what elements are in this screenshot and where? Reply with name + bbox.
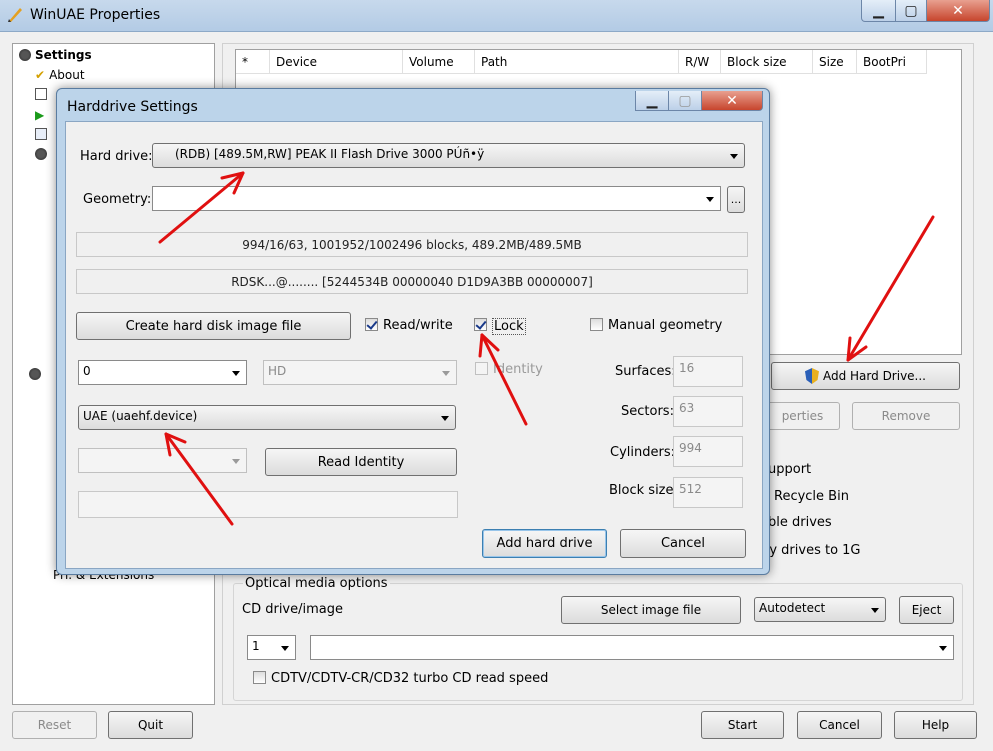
geometry-select[interactable]: [152, 186, 721, 211]
disk-stack-icon: [35, 148, 47, 160]
dialog-close-button[interactable]: ✕: [701, 91, 763, 111]
checkmark-icon: ✔: [35, 68, 46, 82]
dialog-maximize-button[interactable]: ▢: [668, 91, 702, 111]
close-icon: ✕: [726, 92, 738, 109]
identity-device-select[interactable]: [78, 448, 247, 473]
block-size-label: Block size:: [609, 483, 678, 498]
tree-item-hardware[interactable]: [35, 148, 47, 160]
cd-mode-select[interactable]: Autodetect: [754, 597, 886, 622]
winuae-app-icon: [8, 8, 22, 22]
minimize-button[interactable]: ▁: [861, 0, 896, 22]
close-button[interactable]: ✕: [926, 0, 990, 22]
uac-shield-icon: [804, 368, 819, 384]
window-title: WinUAE Properties: [30, 7, 161, 23]
hard-drive-label: Hard drive:: [80, 149, 153, 164]
remove-button[interactable]: Remove: [852, 402, 960, 430]
document-icon: [35, 88, 47, 100]
column-header[interactable]: *: [236, 50, 270, 74]
cancel-button[interactable]: Cancel: [797, 711, 882, 739]
geometry-info-text: 994/16/63, 1001952/1002496 blocks, 489.2…: [76, 232, 748, 257]
minimize-icon: ▁: [646, 92, 658, 109]
hard-drive-select[interactable]: (RDB) [489.5M,RW] PEAK II Flash Drive 30…: [152, 143, 745, 168]
option-text: Recycle Bin: [774, 489, 849, 504]
tree-label: About: [49, 68, 85, 82]
identity-label: Identity: [493, 362, 543, 377]
surfaces-label: Surfaces:: [615, 364, 676, 379]
column-header[interactable]: Path: [475, 50, 679, 74]
button-label: Add Hard Drive...: [822, 369, 926, 383]
maximize-icon: ▢: [904, 2, 918, 19]
title-bar: WinUAE Properties ▁ ▢ ✕: [0, 0, 993, 32]
column-header[interactable]: Size: [813, 50, 857, 74]
column-header[interactable]: BootPri: [857, 50, 927, 74]
geometry-browse-button[interactable]: ...: [727, 186, 745, 213]
help-button[interactable]: Help: [894, 711, 977, 739]
tree-item-paths[interactable]: [35, 88, 47, 100]
tree-item-about[interactable]: ✔ About: [35, 68, 85, 82]
lock-checkbox[interactable]: [474, 318, 487, 331]
surfaces-field[interactable]: 16: [673, 356, 743, 387]
cd-path-select[interactable]: [310, 635, 954, 660]
play-icon: ▶: [35, 108, 45, 122]
read-write-checkbox[interactable]: [365, 318, 378, 331]
maximize-icon: ▢: [678, 92, 692, 109]
manual-geometry-checkbox[interactable]: [590, 318, 603, 331]
turbo-cd-checkbox[interactable]: [253, 671, 266, 684]
read-identity-button[interactable]: Read Identity: [265, 448, 457, 476]
lock-label: Lock: [492, 318, 526, 335]
cd-drive-label: CD drive/image: [242, 602, 343, 617]
column-header[interactable]: Block size: [721, 50, 813, 74]
cd-unit-select[interactable]: 1: [247, 635, 296, 660]
add-hard-drive-button[interactable]: Add Hard Drive...: [771, 362, 960, 390]
cylinders-label: Cylinders:: [610, 445, 675, 460]
device-driver-select[interactable]: UAE (uaehf.device): [78, 405, 456, 430]
identity-output-field: [78, 491, 458, 518]
sectors-field[interactable]: 63: [673, 396, 743, 427]
config-icon: [35, 128, 47, 140]
tree-label: Settings: [35, 48, 92, 62]
properties-button[interactable]: perties: [765, 402, 840, 430]
create-hard-disk-image-button[interactable]: Create hard disk image file: [76, 312, 351, 340]
block-size-field[interactable]: 512: [673, 477, 743, 508]
optical-group-label: Optical media options: [243, 576, 390, 591]
tree-item-settings[interactable]: Settings: [19, 48, 92, 62]
tree-item-host[interactable]: [29, 368, 41, 380]
option-text: ry drives to 1G: [764, 543, 861, 558]
tree-item-quickstart[interactable]: ▶: [35, 108, 44, 122]
quit-button[interactable]: Quit: [108, 711, 193, 739]
cylinders-field[interactable]: 994: [673, 436, 743, 467]
minimize-icon: ▁: [873, 2, 884, 19]
reset-button[interactable]: Reset: [12, 711, 97, 739]
close-icon: ✕: [952, 2, 964, 19]
read-write-label: Read/write: [383, 318, 453, 333]
eject-button[interactable]: Eject: [899, 596, 954, 624]
sectors-label: Sectors:: [621, 404, 674, 419]
dialog-title: Harddrive Settings: [67, 99, 198, 115]
manual-geometry-label: Manual geometry: [608, 318, 723, 333]
column-header[interactable]: Device: [270, 50, 403, 74]
controller-type-select[interactable]: HD: [263, 360, 457, 385]
controller-unit-select[interactable]: 0: [78, 360, 247, 385]
maximize-button[interactable]: ▢: [895, 0, 927, 22]
column-header[interactable]: R/W: [679, 50, 721, 74]
dialog-cancel-button[interactable]: Cancel: [620, 529, 746, 558]
identity-checkbox[interactable]: [475, 362, 488, 375]
rdb-info-text: RDSK...@........ [5244534B 00000040 D1D9…: [76, 269, 748, 294]
option-text: ble drives: [768, 515, 832, 530]
option-text: upport: [768, 462, 812, 477]
turbo-cd-label: CDTV/CDTV-CR/CD32 turbo CD read speed: [271, 671, 549, 686]
disk-stack-icon: [29, 368, 41, 380]
dialog-minimize-button[interactable]: ▁: [635, 91, 669, 111]
geometry-label: Geometry:: [83, 192, 152, 207]
tree-item-config[interactable]: [35, 128, 47, 140]
disk-stack-icon: [19, 49, 31, 61]
start-button[interactable]: Start: [701, 711, 784, 739]
add-hard-drive-confirm-button[interactable]: Add hard drive: [482, 529, 607, 558]
select-image-file-button[interactable]: Select image file: [561, 596, 741, 624]
column-header[interactable]: Volume: [403, 50, 475, 74]
